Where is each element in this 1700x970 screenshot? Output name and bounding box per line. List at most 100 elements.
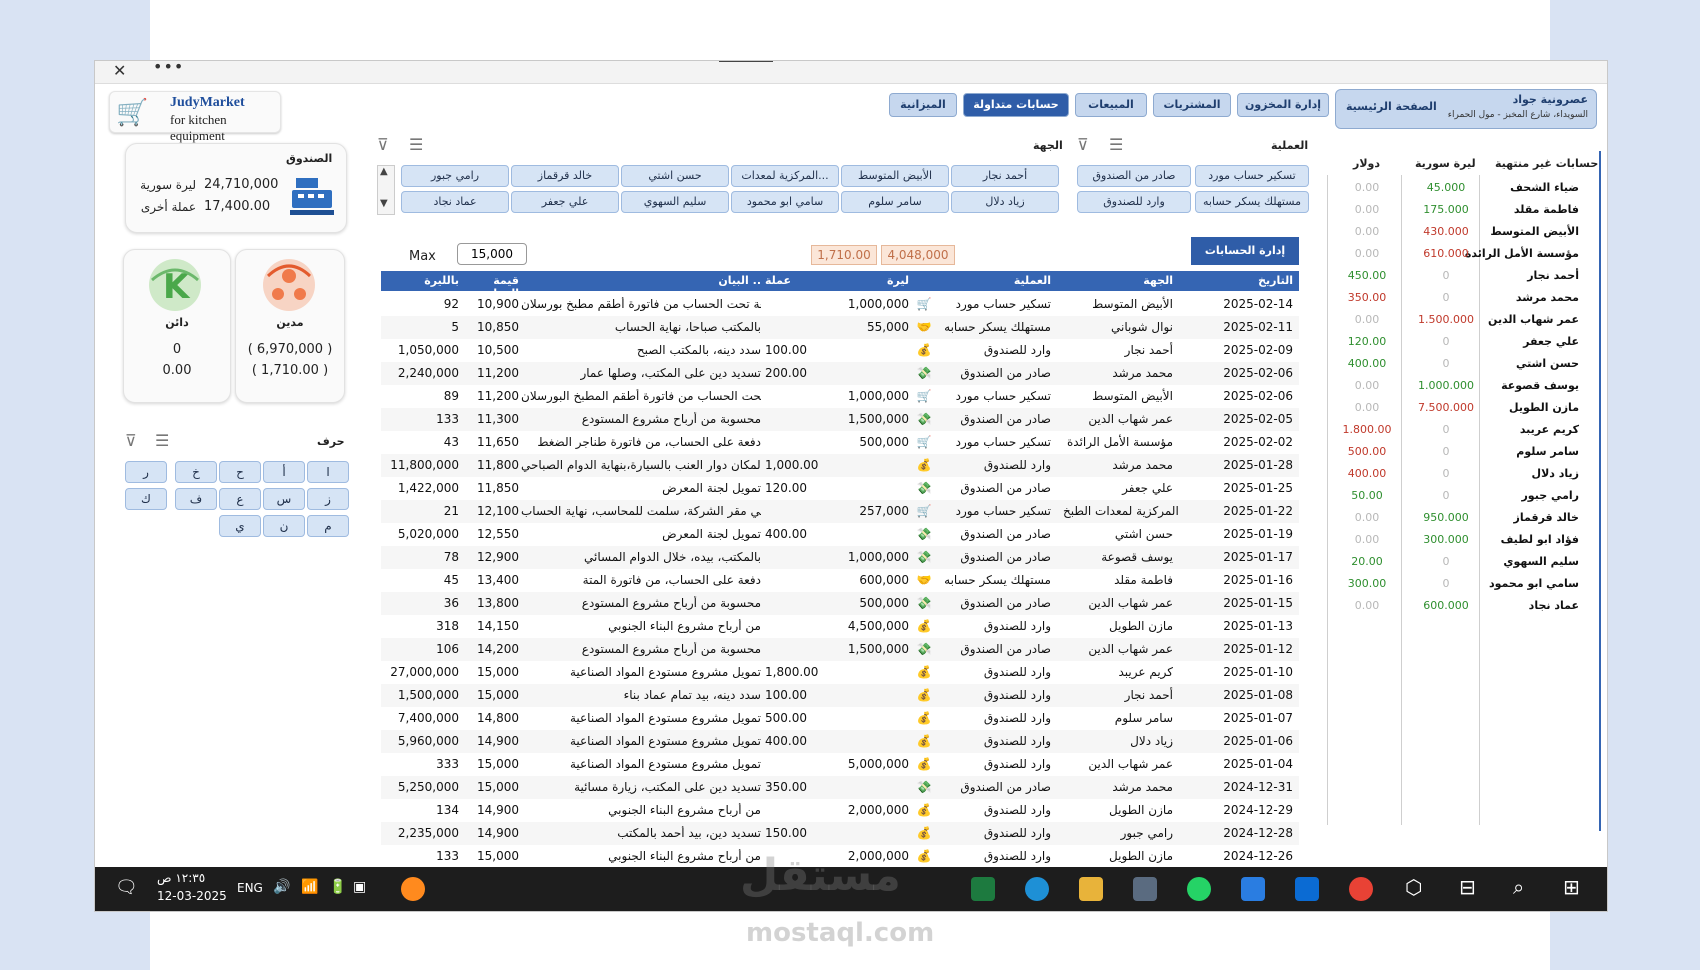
table-row[interactable]: 2025-02-06 الأبيض المتوسط تسكير حساب مورد 1… xyxy=(381,385,1299,408)
party-option[interactable]: سامي ابو محمود xyxy=(731,191,839,213)
notification-icon[interactable]: 🗨 xyxy=(115,877,138,898)
letter-key[interactable]: خ xyxy=(175,461,217,483)
tab-sales[interactable]: المبيعات xyxy=(1075,93,1147,117)
open-account-row[interactable]: زياد دلال 0 400.00 xyxy=(1327,463,1597,486)
table-row[interactable]: 2025-01-15 عمر شهاب الدين صادر من الصندوق 5… xyxy=(381,592,1299,615)
open-account-row[interactable]: كريم عريبد 0 1.800.00 xyxy=(1327,419,1597,442)
open-account-row[interactable]: علي جعفر 0 120.00 xyxy=(1327,331,1597,354)
table-row[interactable]: 2024-12-28 رامي جبور وارد للصندوق 150.00 تسد… xyxy=(381,822,1299,845)
clear-filter-icon[interactable]: ⊽ xyxy=(377,135,389,154)
party-option[interactable]: عماد نجاد xyxy=(401,191,509,213)
party-option[interactable]: سليم السهوي xyxy=(621,191,729,213)
party-option[interactable]: سامر سلوم xyxy=(841,191,949,213)
table-row[interactable]: 2024-12-29 مازن الطويل وارد للصندوق 2,000,0… xyxy=(381,799,1299,822)
whatsapp-icon[interactable] xyxy=(1187,877,1211,901)
open-account-row[interactable]: سليم السهوي 0 20.00 xyxy=(1327,551,1597,574)
col-date[interactable]: التاريخ xyxy=(1183,274,1293,287)
col-currency[interactable]: عملة xyxy=(765,274,845,287)
letter-key[interactable]: ا xyxy=(307,461,349,483)
party-option[interactable]: خالد قرقماز xyxy=(511,165,619,187)
operation-option[interactable]: تسكير حساب مورد xyxy=(1195,165,1309,187)
party-option[interactable]: أحمد نجار xyxy=(951,165,1059,187)
battery-icon[interactable]: 🔋 xyxy=(329,879,346,895)
chrome-icon[interactable] xyxy=(1349,877,1373,901)
letter-key[interactable]: ن xyxy=(263,515,305,537)
calculator-icon[interactable] xyxy=(1133,877,1157,901)
search-icon[interactable]: ⌕ xyxy=(1513,875,1524,899)
multi-select-icon[interactable]: ☰ xyxy=(155,431,169,450)
windows-start-icon[interactable]: ⊞ xyxy=(1563,875,1580,899)
open-account-row[interactable]: سامر سلوم 0 500.00 xyxy=(1327,441,1597,464)
letter-key[interactable]: ز xyxy=(307,488,349,510)
letter-key[interactable]: م xyxy=(307,515,349,537)
device-icon[interactable]: ▣ xyxy=(353,879,366,895)
table-row[interactable]: 2025-01-06 زياد دلال وارد للصندوق 400.00 تمو… xyxy=(381,730,1299,753)
taskbar-time[interactable]: ١٢:٣٥ ص xyxy=(157,871,205,885)
party-option[interactable]: رامي جبور xyxy=(401,165,509,187)
open-account-row[interactable]: محمد مرشد 0 350.00 xyxy=(1327,287,1597,310)
clear-filter-icon[interactable]: ⊽ xyxy=(1077,135,1089,154)
open-account-row[interactable]: خالد قرقماز 950.000 0.00 xyxy=(1327,507,1597,530)
table-row[interactable]: 2025-01-04 عمر شهاب الدين وارد للصندوق 5,00… xyxy=(381,753,1299,776)
taskbar-date[interactable]: 12-03-2025 xyxy=(157,889,227,903)
excel-icon[interactable] xyxy=(971,877,995,901)
table-row[interactable]: 2025-01-10 كريم عريبد وارد للصندوق 1,800.00… xyxy=(381,661,1299,684)
tab-budget[interactable]: الميزانية xyxy=(889,93,957,117)
store-icon[interactable] xyxy=(1295,877,1319,901)
multi-select-icon[interactable]: ☰ xyxy=(409,135,423,154)
letter-key[interactable]: ح xyxy=(219,461,261,483)
table-row[interactable]: 2025-01-28 محمد مرشد وارد للصندوق 1,000.00 ا… xyxy=(381,454,1299,477)
taskbar-language[interactable]: ENG xyxy=(237,881,263,895)
open-account-row[interactable]: أحمد نجار 0 450.00 xyxy=(1327,265,1597,288)
open-account-row[interactable]: مؤسسة الأمل الرائدة 610.000 0.00 xyxy=(1327,243,1597,266)
party-option[interactable]: المركزية لمعدات... xyxy=(731,165,839,187)
letter-key[interactable]: أ xyxy=(263,461,305,483)
tab-current-accounts[interactable]: حسابات متداولة xyxy=(963,93,1069,117)
table-row[interactable]: 2025-02-02 مؤسسة الأمل الرائدة تسكير حساب … xyxy=(381,431,1299,454)
table-row[interactable]: 2025-02-05 عمر شهاب الدين صادر من الصندوق 1… xyxy=(381,408,1299,431)
table-row[interactable]: 2025-01-08 أحمد نجار وارد للصندوق 100.00 سدد… xyxy=(381,684,1299,707)
open-account-row[interactable]: سامي ابو محمود 0 300.00 xyxy=(1327,573,1597,596)
scroll-up-icon[interactable]: ▲ xyxy=(380,166,388,177)
open-account-row[interactable]: عمر شهاب الدين 1.500.000 0.00 xyxy=(1327,309,1597,332)
manage-accounts-button[interactable]: إدارة الحسابات xyxy=(1191,237,1299,265)
letter-key[interactable]: ف xyxy=(175,488,217,510)
letter-key[interactable]: ك xyxy=(125,488,167,510)
table-row[interactable]: 2025-02-11 نوال شوباني مستهلك يسكر حسابه 55… xyxy=(381,316,1299,339)
col-operation[interactable]: العملية xyxy=(939,274,1051,287)
letter-key[interactable]: ع xyxy=(219,488,261,510)
drag-handle[interactable] xyxy=(719,61,773,62)
table-row[interactable]: 2025-01-22 المركزية لمعدات الطبخ تسكير حسا… xyxy=(381,500,1299,523)
home-tab[interactable]: الصفحة الرئيسية عصرونية جواد السويداء، ش… xyxy=(1335,89,1597,129)
open-account-row[interactable]: عماد نجاد 600.000 0.00 xyxy=(1327,595,1597,618)
table-row[interactable]: 2025-02-14 الأبيض المتوسط تسكير حساب مورد 1… xyxy=(381,293,1299,316)
letter-key[interactable]: س xyxy=(263,488,305,510)
table-row[interactable]: 2025-02-06 محمد مرشد صادر من الصندوق 200.00… xyxy=(381,362,1299,385)
letter-key[interactable]: ي xyxy=(219,515,261,537)
col-description[interactable]: البيان .. xyxy=(521,274,761,287)
table-row[interactable]: 2025-01-25 علي جعفر صادر من الصندوق 120.00 ت… xyxy=(381,477,1299,500)
operation-option[interactable]: مستهلك يسكر حسابه xyxy=(1195,191,1309,213)
table-row[interactable]: 2025-01-17 يوسف قصوعة صادر من الصندوق 1,000… xyxy=(381,546,1299,569)
party-option[interactable]: حسن اشتي xyxy=(621,165,729,187)
max-input[interactable]: 15,000 xyxy=(457,243,527,265)
party-option[interactable]: الأبيض المتوسط xyxy=(841,165,949,187)
open-account-row[interactable]: ضياء الشحف 45.000 0.00 xyxy=(1327,177,1597,200)
col-in-lira[interactable]: بالليرة xyxy=(383,274,459,287)
debtor-card[interactable]: مدين ( 6,970,000 ) ( 1,710.00 ) xyxy=(235,249,345,403)
letter-key[interactable]: ر xyxy=(125,461,167,483)
operation-option[interactable]: صادر من الصندوق xyxy=(1077,165,1191,187)
file-explorer-icon[interactable] xyxy=(1079,877,1103,901)
table-row[interactable]: 2025-01-07 سامر سلوم وارد للصندوق 500.00 تمو… xyxy=(381,707,1299,730)
party-option[interactable]: زياد دلال xyxy=(951,191,1059,213)
table-row[interactable]: 2025-02-09 أحمد نجار وارد للصندوق 100.00 سدد… xyxy=(381,339,1299,362)
operation-option[interactable]: وارد للصندوق xyxy=(1077,191,1191,213)
open-account-row[interactable]: فؤاد ابو لطيف 300.000 0.00 xyxy=(1327,529,1597,552)
open-account-row[interactable]: مازن الطويل 7.500.000 0.00 xyxy=(1327,397,1597,420)
task-view-icon[interactable]: ⊟ xyxy=(1459,875,1476,899)
open-account-row[interactable]: فاطمة مقلد 175.000 0.00 xyxy=(1327,199,1597,222)
table-row[interactable]: 2024-12-31 محمد مرشد صادر من الصندوق 350.00… xyxy=(381,776,1299,799)
table-row[interactable]: 2025-01-19 حسن اشتي صادر من الصندوق 400.00 ت… xyxy=(381,523,1299,546)
edge-icon[interactable] xyxy=(1025,877,1049,901)
tab-purchases[interactable]: المشتريات xyxy=(1153,93,1231,117)
